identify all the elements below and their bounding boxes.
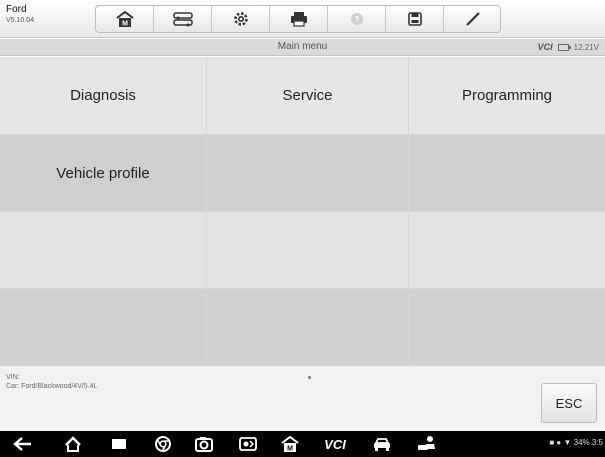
save-icon: [407, 12, 422, 26]
menu-empty-cell: [409, 289, 605, 365]
nav-home-button[interactable]: [62, 435, 84, 453]
print-button[interactable]: [270, 6, 328, 32]
vehicle-swap-button[interactable]: [154, 6, 212, 32]
menu-item-service[interactable]: Service: [207, 57, 409, 135]
vci-icon: VCI: [324, 436, 346, 452]
home-icon: [65, 436, 81, 452]
vci-status: VCI 12.21V: [538, 42, 599, 52]
menu-item-label: Vehicle profile: [56, 164, 150, 182]
system-navbar: M VCI ■ ● ▼ 34% 3:5: [0, 431, 605, 457]
autel-home-icon: M: [281, 435, 299, 453]
home-icon: M: [115, 10, 134, 28]
settings-button[interactable]: [212, 6, 270, 32]
menu-item-label: Service: [282, 87, 333, 104]
brand-block: Ford V5.10.04: [6, 4, 34, 26]
sub-header: Main menu VCI 12.21V: [0, 39, 605, 56]
menu-item-label: Programming: [461, 87, 553, 104]
svg-text:M: M: [122, 21, 128, 28]
home-button[interactable]: M: [96, 6, 154, 32]
nav-mechanic-button[interactable]: [416, 435, 438, 453]
voltage-readout: 12.21V: [573, 42, 599, 52]
nav-car-button[interactable]: [371, 435, 393, 453]
menu-item-label: Diagnosis: [70, 87, 136, 104]
recent-apps-icon: [112, 439, 126, 449]
nav-recent-apps-button[interactable]: [108, 435, 130, 453]
esc-button[interactable]: ESC: [541, 383, 597, 423]
menu-empty-cell: [207, 212, 409, 289]
menu-empty-cell: [207, 135, 409, 212]
status-icons: ■ ● ▼: [549, 438, 572, 447]
print-icon: [290, 12, 307, 27]
app-version: V5.10.04: [6, 17, 35, 24]
edit-button[interactable]: [444, 6, 500, 32]
vehicle-info: VIN: Car: Ford/Blackwood/4V/5.4L: [6, 373, 97, 391]
vci-logo: VCI: [537, 42, 553, 52]
battery-icon: [557, 43, 571, 51]
menu-empty-cell: [0, 212, 207, 289]
screen-settings-icon: [239, 437, 257, 451]
menu-item-vehicle-profile[interactable]: Vehicle profile: [0, 135, 207, 212]
system-status: ■ ● ▼ 34% 3:5: [549, 438, 603, 447]
camera-icon: [195, 437, 213, 452]
top-toolbar: Ford V5.10.04 M ?: [0, 0, 605, 38]
menu-empty-cell: [0, 289, 207, 365]
menu-item-programming[interactable]: Programming: [409, 57, 605, 135]
nav-vci-button[interactable]: VCI: [320, 435, 350, 453]
brand-name: Ford: [6, 4, 27, 15]
main-menu-grid: Diagnosis Service Programming Vehicle pr…: [0, 57, 605, 365]
vehicle-info-footer: VIN: Car: Ford/Blackwood/4V/5.4L ESC: [0, 365, 605, 431]
svg-text:M: M: [287, 446, 293, 453]
toolbar-buttons: M ?: [95, 5, 501, 33]
vehicle-swap-icon: [172, 12, 193, 27]
nav-chrome-button[interactable]: [152, 435, 174, 453]
car-icon: [374, 438, 390, 451]
nav-camera-button[interactable]: [193, 435, 215, 453]
help-icon: ?: [350, 13, 363, 25]
back-icon: [13, 437, 31, 451]
car-info: Car: Ford/Blackwood/4V/5.4L: [6, 383, 98, 390]
mechanic-icon: [418, 436, 435, 450]
menu-empty-cell: [207, 289, 409, 365]
page-title: Main menu: [277, 41, 328, 52]
nav-back-button[interactable]: [12, 435, 34, 453]
vin-label: VIN:: [6, 374, 20, 381]
edit-pen-icon: [466, 12, 480, 26]
nav-screen-settings-button[interactable]: [237, 435, 259, 453]
menu-item-diagnosis[interactable]: Diagnosis: [0, 57, 207, 135]
settings-gear-icon: [233, 12, 248, 26]
menu-empty-cell: [409, 135, 605, 212]
nav-autel-home-button[interactable]: M: [279, 435, 301, 453]
battery-time: 34% 3:5: [573, 438, 603, 447]
save-button[interactable]: [386, 6, 444, 32]
chrome-icon: [155, 436, 171, 452]
menu-empty-cell: [409, 212, 605, 289]
help-button[interactable]: ?: [328, 6, 386, 32]
svg-text:?: ?: [354, 15, 359, 24]
page-indicator-dot: [308, 376, 311, 379]
